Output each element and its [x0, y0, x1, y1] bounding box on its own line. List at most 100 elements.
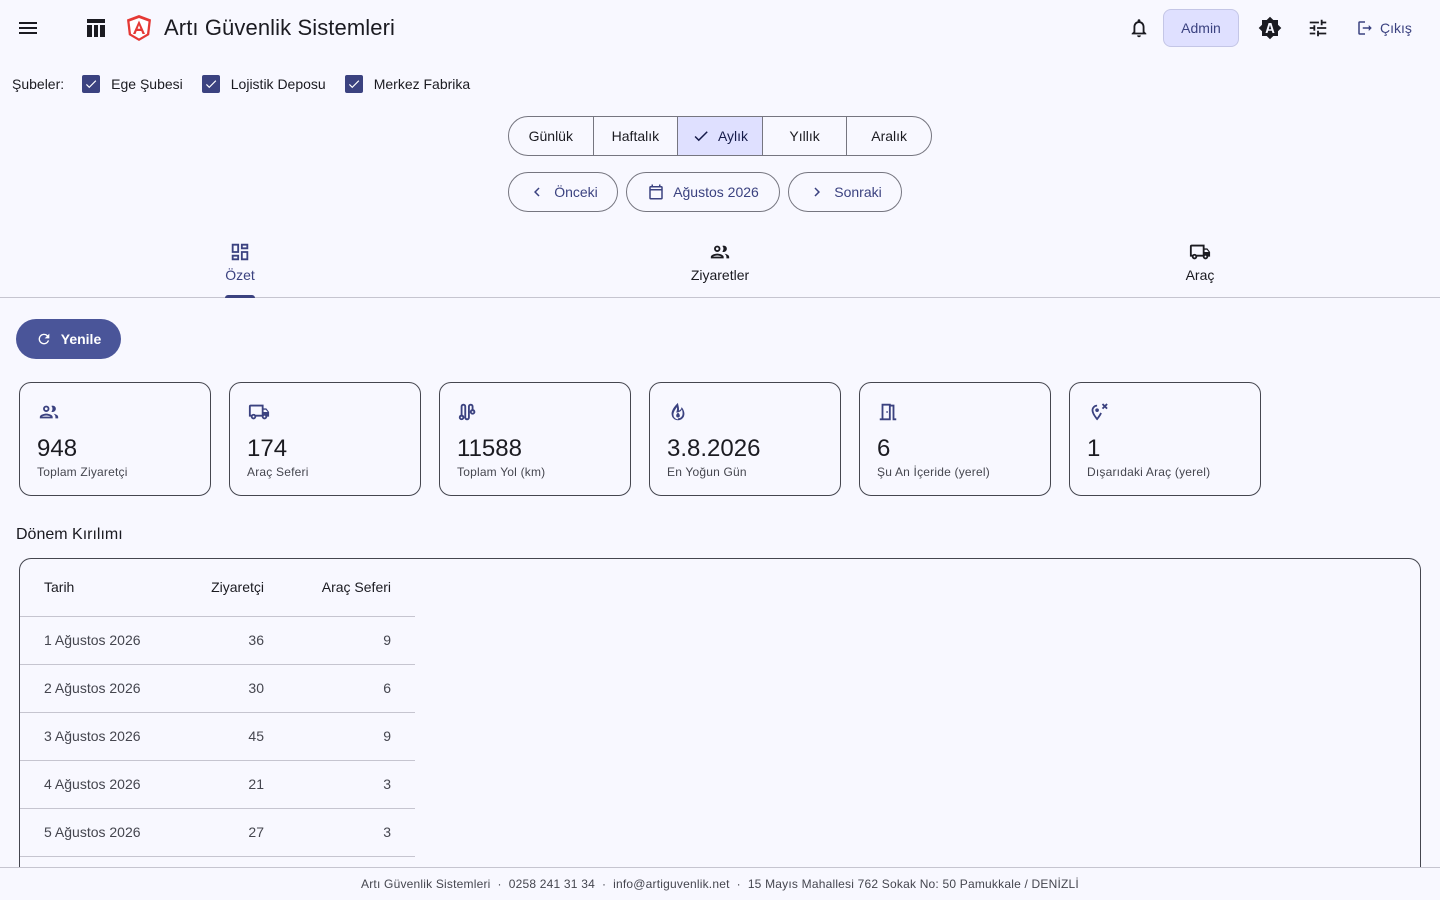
route-icon: [458, 403, 476, 421]
stat-value: 3.8.2026: [667, 435, 761, 462]
bell-icon: [1131, 19, 1147, 38]
admin-button[interactable]: Admin: [1163, 9, 1239, 47]
dashboard-button[interactable]: [76, 8, 116, 48]
tab-summary[interactable]: Özet: [0, 226, 480, 298]
footer-separator: ·: [601, 877, 607, 891]
tune-icon: [1309, 19, 1327, 37]
refresh-icon: [38, 333, 50, 345]
tab-label: Araç: [1185, 266, 1215, 283]
stat-caption: Araç Seferi: [247, 465, 309, 479]
period-monthly[interactable]: Aylık: [678, 117, 763, 155]
footer-email[interactable]: info@artiguvenlik.net: [613, 877, 729, 891]
menu-button[interactable]: [8, 8, 48, 48]
calendar-icon: [649, 184, 663, 200]
stat-caption: Şu An İçeride (yerel): [877, 465, 990, 479]
stat-card-currently-inside: 6 Şu An İçeride (yerel): [859, 382, 1051, 496]
period-label: Yıllık: [789, 128, 820, 144]
column-header-visitors[interactable]: Ziyaretçi: [180, 559, 288, 617]
cell-visitors: 27: [180, 808, 288, 857]
theme-toggle-button[interactable]: [1250, 8, 1290, 48]
cell-vehicle-trips: 3: [288, 808, 415, 857]
cell-visitors: 45: [180, 712, 288, 761]
period-label: Günlük: [528, 128, 573, 144]
footer-separator: ·: [497, 877, 502, 891]
next-period-button[interactable]: Sonraki: [788, 172, 902, 212]
branch-checkbox-merkez[interactable]: Merkez Fabrika: [344, 75, 471, 93]
breakdown-table-card: Tarih Ziyaretçi Araç Seferi 1 Ağustos 20…: [19, 558, 1421, 888]
notifications-button[interactable]: [1119, 8, 1159, 48]
brand-logo-icon: [127, 15, 151, 41]
previous-label: Önceki: [554, 184, 598, 200]
cell-vehicle-trips: 6: [288, 664, 415, 713]
logout-button[interactable]: Çıkış: [1346, 10, 1422, 46]
footer: Artı Güvenlik Sistemleri · 0258 241 31 3…: [0, 867, 1440, 900]
people-icon: [710, 245, 730, 258]
column-header-vehicle-trips[interactable]: Araç Seferi: [288, 559, 415, 617]
stat-caption: Toplam Yol (km): [457, 465, 546, 479]
door-icon: [879, 403, 897, 421]
checkbox-checked-icon[interactable]: [344, 75, 363, 93]
column-header-date[interactable]: Tarih: [20, 559, 180, 617]
tab-visits[interactable]: Ziyaretler: [480, 226, 960, 297]
stat-value: 174: [247, 435, 288, 462]
checkbox-checked-icon[interactable]: [82, 75, 101, 93]
active-tab-indicator: [225, 295, 255, 298]
stat-value: 948: [37, 435, 78, 462]
footer-address: 15 Mayıs Mahallesi 762 Sokak No: 50 Pamu…: [747, 877, 1079, 891]
stat-value: 1: [1087, 435, 1101, 462]
cell-visitors: 36: [180, 616, 288, 665]
settings-tune-button[interactable]: [1298, 8, 1338, 48]
cell-vehicle-trips: 9: [288, 616, 415, 665]
stat-card-total-distance: 11588 Toplam Yol (km): [439, 382, 631, 496]
truck-icon: [248, 404, 270, 420]
period-label: Haftalık: [611, 128, 660, 144]
cell-vehicle-trips: 9: [288, 712, 415, 761]
branch-filter-label: Şubeler:: [12, 76, 65, 92]
branch-checkbox-lojistik[interactable]: Lojistik Deposu: [201, 75, 326, 93]
breakdown-table: Tarih Ziyaretçi Araç Seferi 1 Ağustos 20…: [20, 559, 415, 857]
stat-value: 6: [877, 435, 891, 462]
table-row: 5 Ağustos 2026 27 3: [20, 808, 415, 857]
brightness-auto-icon: [1258, 16, 1282, 40]
cell-date: 1 Ağustos 2026: [20, 616, 180, 665]
period-label: Aralık: [871, 128, 908, 144]
period-daily[interactable]: Günlük: [509, 117, 594, 155]
checkbox-checked-icon[interactable]: [201, 75, 220, 93]
location-off-icon: [1091, 403, 1108, 421]
period-yearly[interactable]: Yıllık: [763, 117, 848, 155]
cell-visitors: 30: [180, 664, 288, 713]
stat-card-vehicles-outside: 1 Dışarıdaki Araç (yerel): [1069, 382, 1261, 496]
stat-card-busiest-day: 3.8.2026 En Yoğun Gün: [649, 382, 841, 496]
cell-visitors: 21: [180, 760, 288, 809]
period-picker-button[interactable]: Ağustos 2026: [626, 172, 780, 212]
stat-caption: En Yoğun Gün: [667, 465, 747, 479]
table-header-row: Tarih Ziyaretçi Araç Seferi: [20, 559, 415, 617]
refresh-label: Yenile: [60, 331, 102, 347]
branch-filter: Şubeler: Ege Şubesi Lojistik Deposu Merk…: [12, 72, 489, 96]
app-title: Artı Güvenlik Sistemleri: [164, 15, 396, 40]
table-row: 2 Ağustos 2026 30 6: [20, 664, 415, 713]
branch-label: Ege Şubesi: [111, 76, 183, 92]
logout-icon: [1358, 21, 1372, 35]
tab-vehicle[interactable]: Araç: [960, 226, 1440, 297]
stat-caption: Dışarıdaki Araç (yerel): [1087, 465, 1211, 479]
stat-card-total-visitors: 948 Toplam Ziyaretçi: [19, 382, 211, 496]
cell-date: 4 Ağustos 2026: [20, 760, 180, 809]
branch-label: Merkez Fabrika: [373, 76, 471, 92]
truck-icon: [1189, 244, 1211, 259]
period-weekly[interactable]: Haftalık: [594, 117, 679, 155]
refresh-button[interactable]: Yenile: [16, 319, 121, 359]
period-label: Aylık: [717, 128, 749, 144]
stat-card-vehicle-trips: 174 Araç Seferi: [229, 382, 421, 496]
branch-checkbox-ege[interactable]: Ege Şubesi: [82, 75, 183, 93]
previous-period-button[interactable]: Önceki: [508, 172, 618, 212]
cell-date: 2 Ağustos 2026: [20, 664, 180, 713]
stat-caption: Toplam Ziyaretçi: [37, 465, 128, 479]
period-range[interactable]: Aralık: [847, 117, 931, 155]
stat-value: 11588: [457, 435, 522, 462]
cell-date: 5 Ağustos 2026: [20, 808, 180, 857]
footer-phone[interactable]: 0258 241 31 34: [509, 877, 595, 891]
fire-icon: [671, 402, 685, 421]
branch-label: Lojistik Deposu: [230, 76, 326, 92]
table-row: 4 Ağustos 2026 21 3: [20, 760, 415, 809]
